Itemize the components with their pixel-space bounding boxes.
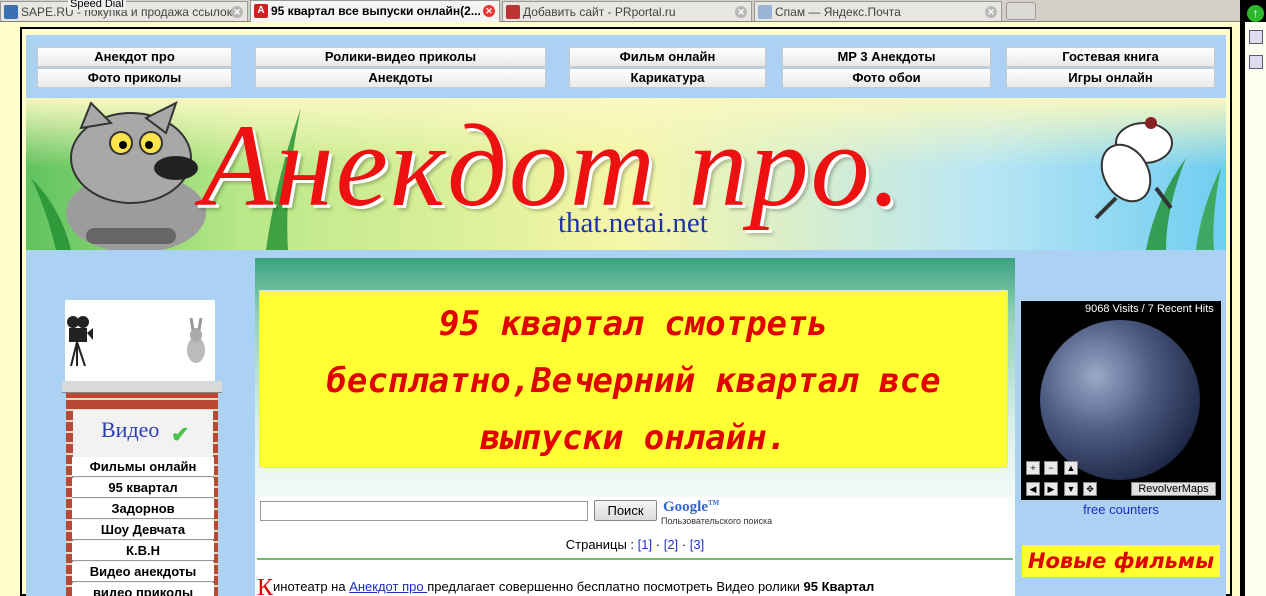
pagination-separator: ·	[681, 537, 687, 552]
tab-95-kvartal[interactable]: A 95 квартал все выпуски онлайн(2... ✕	[250, 0, 500, 22]
sidebar-item-95-kvartal[interactable]: 95 квартал	[72, 478, 214, 498]
close-tab-icon[interactable]: ✕	[985, 6, 997, 18]
pagination-separator: ·	[655, 537, 661, 552]
arrow-down-icon[interactable]: ▼	[1064, 482, 1078, 496]
search-input[interactable]	[260, 501, 588, 521]
nav-film-online[interactable]: Фильм онлайн	[569, 47, 766, 67]
close-tab-icon[interactable]: ✕	[735, 6, 747, 18]
free-counters-link[interactable]: free counters	[1021, 502, 1221, 517]
nav-foto-prikoly[interactable]: Фото приколы	[37, 68, 232, 88]
brick-wall-top	[62, 381, 222, 393]
new-tab-button[interactable]	[1006, 2, 1036, 20]
intro-paragraph: Кинотеатр на Анекдот про предлагает сове…	[257, 575, 1013, 596]
movie-camera-and-rabbit-icon	[67, 316, 205, 367]
nav-anekdot-pro[interactable]: Анекдот про	[37, 47, 232, 67]
sidebar-item-shou-devchata[interactable]: Шоу Девчата	[72, 520, 214, 540]
banner-title: Анекдот про.	[201, 100, 904, 231]
back-icon[interactable]	[1249, 30, 1263, 44]
banner-subtitle: that.netai.net	[558, 207, 708, 239]
reset-view-icon[interactable]: ✥	[1083, 482, 1097, 496]
dog-icon	[1094, 117, 1173, 220]
nav-foto-oboi[interactable]: Фото обои	[782, 68, 991, 88]
globe-icon	[1040, 320, 1200, 480]
sidebar-video-heading: Видео	[101, 417, 160, 442]
speed-dial-label[interactable]: Speed Dial	[68, 0, 126, 10]
mail-favicon-icon	[758, 5, 772, 19]
page-link-1[interactable]: [1]	[638, 537, 652, 552]
checkmark-icon: ✔	[171, 422, 190, 447]
google-logo-text: Google	[663, 499, 708, 515]
tab-prportal[interactable]: Добавить сайт - PRportal.ru ✕	[502, 1, 752, 21]
prportal-favicon-icon	[506, 5, 520, 19]
anekdot-pro-link[interactable]: Анекдот про	[349, 579, 427, 594]
sidebar-item-kvn[interactable]: К.В.Н	[72, 541, 214, 561]
page-title: 95 квартал смотреть бесплатно,Вечерний к…	[326, 304, 941, 458]
visits-counter: 9068 Visits / 7 Recent Hits	[1085, 303, 1214, 315]
revolvermaps-button[interactable]: RevolverMaps	[1131, 482, 1216, 496]
save-icon[interactable]	[1249, 55, 1263, 69]
intro-bold-text: 95 Квартал	[803, 579, 875, 594]
close-tab-icon[interactable]: ✕	[231, 6, 243, 18]
new-films-banner[interactable]: Новые фильмы	[1022, 545, 1220, 577]
tab-title: Спам — Яндекс.Почта	[775, 5, 901, 19]
wolf-icon	[66, 101, 206, 250]
nav-igry-online[interactable]: Игры онлайн	[1006, 68, 1215, 88]
nav-guestbook[interactable]: Гостевая книга	[1006, 47, 1215, 67]
site-favicon-icon: A	[254, 4, 268, 18]
tab-title: 95 квартал все выпуски онлайн(2...	[271, 4, 481, 18]
google-custom-search-label: Пользовательского поиска	[661, 516, 773, 526]
go-arrow-icon[interactable]: ↑	[1247, 5, 1264, 22]
sape-favicon-icon	[4, 5, 18, 19]
search-button[interactable]: Поиск	[594, 500, 657, 521]
pagination-label: Страницы :	[565, 537, 635, 552]
nav-anekdoty[interactable]: Анекдоты	[255, 68, 546, 88]
page-link-2[interactable]: [2]	[664, 537, 678, 552]
nav-karikatura[interactable]: Карикатура	[569, 68, 766, 88]
nav-video-prikoly[interactable]: Ролики-видео приколы	[255, 47, 546, 67]
drop-cap: К	[257, 575, 274, 596]
pagination: Страницы : [1] · [2] · [3]	[255, 537, 1015, 552]
arrow-left-icon[interactable]: ◀	[1026, 482, 1040, 496]
intro-text-start: инотеатр на	[273, 579, 350, 594]
site-banner[interactable]: Анекдот про. that.netai.net	[26, 98, 1226, 250]
arrow-up-icon[interactable]: ▲	[1064, 461, 1078, 475]
arrow-right-icon[interactable]: ▶	[1044, 482, 1058, 496]
sidebar-item-video-prikoly[interactable]: видео приколы	[72, 583, 214, 596]
left-animation-image	[65, 300, 215, 382]
sidebar-item-video-anekdoty[interactable]: Видео анекдоты	[72, 562, 214, 582]
browser-tab-strip: SAPE.RU - покупка и продажа ссылок... ✕ …	[0, 0, 1240, 22]
tab-title: Добавить сайт - PRportal.ru	[523, 5, 676, 19]
tab-title: SAPE.RU - покупка и продажа ссылок...	[21, 5, 242, 19]
sidebar-item-zadornov[interactable]: Задорнов	[72, 499, 214, 519]
close-tab-icon[interactable]: ✕	[483, 5, 495, 17]
google-logo: GoogleTM	[663, 499, 720, 515]
sidebar-item-filmy-online[interactable]: Фильмы онлайн	[72, 457, 214, 477]
zoom-in-icon[interactable]: +	[1026, 461, 1040, 475]
divider	[257, 558, 1013, 560]
intro-text-middle: предлагает совершенно бесплатно посмотре…	[427, 579, 804, 594]
page-link-3[interactable]: [3]	[690, 537, 704, 552]
browser-side-panel	[1245, 22, 1266, 596]
tab-yandex-mail[interactable]: Спам — Яндекс.Почта ✕	[754, 1, 1002, 21]
nav-mp3-anekdoty[interactable]: MP 3 Анекдоты	[782, 47, 991, 67]
zoom-out-icon[interactable]: −	[1044, 461, 1058, 475]
